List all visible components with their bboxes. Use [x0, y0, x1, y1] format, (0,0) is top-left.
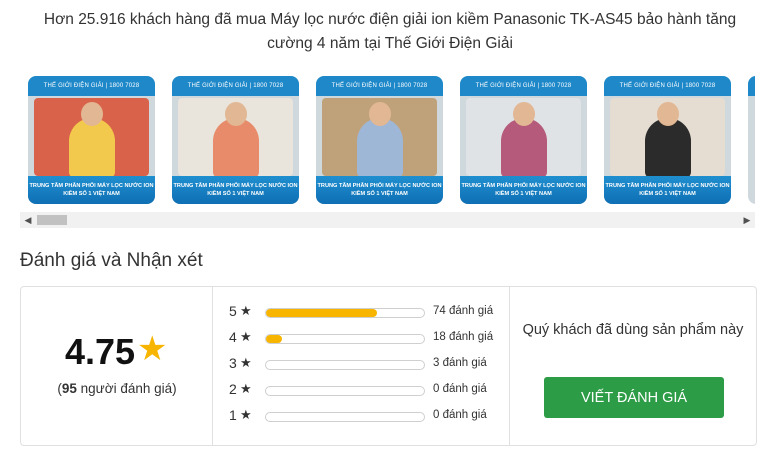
- photo-caption: TRUNG TÂM PHÂN PHỐI MÁY LỌC NƯỚC ION KIỀ…: [172, 176, 299, 204]
- review-prompt: Quý khách đã dùng sản phẩm này: [522, 322, 744, 338]
- rating-row-count: 0 đánh giá: [433, 383, 487, 395]
- customer-figure: [356, 118, 403, 178]
- photo-brand-bar: THẾ GIỚI ĐIỆN GIẢI | 1800 7028: [475, 83, 572, 89]
- customer-photo[interactable]: THẾ GIỚI ĐIỆN GIẢI | 1800 7028 TRUNG TÂM …: [460, 76, 587, 204]
- star-level: 2: [229, 381, 237, 397]
- star-icon: ★: [240, 355, 252, 370]
- average-rating-value: 4.75: [65, 331, 136, 372]
- reviews-section-title: Đánh giá và Nhận xét: [20, 250, 203, 271]
- photo-brand-bar: THẾ GIỚI ĐIỆN GIẢI | 1800 7028: [619, 83, 716, 89]
- photo-brand-bar: THẾ GIỚI ĐIỆN GIẢI | 1800 7028: [43, 83, 140, 89]
- customer-photo[interactable]: THẾ GIỚI ĐIỆN GIẢI | 1800 7028 TRUNG TÂM …: [604, 76, 731, 204]
- customer-head: [368, 102, 391, 126]
- purchase-count-headline: Hơn 25.916 khách hàng đã mua Máy lọc nướ…: [43, 11, 737, 52]
- customer-head: [656, 102, 679, 126]
- rating-bar-fill: [266, 335, 282, 343]
- rating-count: (95 người đánh giá): [57, 381, 177, 396]
- rating-row-count: 3 đánh giá: [433, 357, 487, 369]
- photo-caption: TRUNG TÂM PHÂN PHỐI MÁY LỌC NƯỚC ION KIỀ…: [604, 176, 731, 204]
- write-review-button[interactable]: VIẾT ĐÁNH GIÁ: [544, 377, 724, 418]
- rating-bar: [265, 386, 425, 396]
- customer-head: [80, 102, 103, 126]
- rating-row-count: 18 đánh giá: [433, 331, 494, 343]
- rating-count-number: 95: [61, 381, 77, 396]
- customer-head: [224, 102, 247, 126]
- customer-figure: [644, 118, 691, 178]
- write-review-block: Quý khách đã dùng sản phẩm này VIẾT ĐÁNH…: [510, 287, 756, 445]
- star-level: 1: [229, 407, 237, 423]
- photo-caption: TRUNG TÂM PHÂN PHỐI MÁY LỌC NƯỚC ION KIỀ…: [316, 176, 443, 204]
- star-icon: ★: [240, 329, 252, 344]
- customer-photo-gallery[interactable]: THẾ GIỚI ĐIỆN GIẢI | 1800 7028 TRUNG TÂM …: [20, 76, 755, 206]
- customer-figure: [500, 118, 547, 178]
- rating-row-1: 1 ★ 0 đánh giá: [229, 407, 509, 425]
- star-level: 5: [229, 303, 237, 319]
- rating-row-4: 4 ★ 18 đánh giá: [229, 329, 509, 347]
- rating-summary-panel: 4.75 ★ (95 người đánh giá) 5 ★ 74 đánh giá…: [20, 286, 757, 446]
- customer-photo[interactable]: THẾ GIỚI ĐIỆN GIẢI | 1800 7028 TRUNG TÂM …: [316, 76, 443, 204]
- customer-photo[interactable]: THẾ GIỚI ĐIỆN GIẢI | 1800 7028 TRUNG TÂM …: [28, 76, 155, 204]
- customer-photo[interactable]: [748, 76, 755, 204]
- scroll-right-icon[interactable]: ▶: [739, 212, 755, 228]
- gallery-scrollbar[interactable]: ◀ ▶: [20, 212, 755, 228]
- photo-caption: TRUNG TÂM PHÂN PHỐI MÁY LỌC NƯỚC ION KIỀ…: [28, 176, 155, 204]
- photo-brand-bar: THẾ GIỚI ĐIỆN GIẢI | 1800 7028: [331, 83, 428, 89]
- star-icon: ★: [137, 330, 168, 368]
- rating-row-5: 5 ★ 74 đánh giá: [229, 303, 509, 321]
- star-icon: ★: [240, 407, 252, 422]
- rating-bar: [265, 308, 425, 318]
- photo-brand-bar: THẾ GIỚI ĐIỆN GIẢI | 1800 7028: [187, 83, 284, 89]
- rating-bar: [265, 360, 425, 370]
- customer-head: [512, 102, 535, 126]
- rating-row-3: 3 ★ 3 đánh giá: [229, 355, 509, 373]
- customer-figure: [212, 118, 259, 178]
- photo-caption: TRUNG TÂM PHÂN PHỐI MÁY LỌC NƯỚC ION KIỀ…: [460, 176, 587, 204]
- average-rating-block: 4.75 ★ (95 người đánh giá): [21, 287, 213, 445]
- rating-bar-fill: [266, 309, 377, 317]
- star-level: 4: [229, 329, 237, 345]
- rating-breakdown: 5 ★ 74 đánh giá 4 ★ 18 đánh giá 3 ★ 3 đánh giá 2 ★…: [213, 287, 510, 445]
- star-level: 3: [229, 355, 237, 371]
- rating-row-count: 0 đánh giá: [433, 409, 487, 421]
- scrollbar-thumb[interactable]: [37, 215, 67, 225]
- rating-row-2: 2 ★ 0 đánh giá: [229, 381, 509, 399]
- star-icon: ★: [240, 381, 252, 396]
- rating-row-count: 74 đánh giá: [433, 305, 494, 317]
- star-icon: ★: [240, 303, 252, 318]
- customer-photo[interactable]: THẾ GIỚI ĐIỆN GIẢI | 1800 7028 TRUNG TÂM …: [172, 76, 299, 204]
- rating-bar: [265, 334, 425, 344]
- scroll-left-icon[interactable]: ◀: [20, 212, 36, 228]
- customer-figure: [68, 118, 115, 178]
- rating-bar: [265, 412, 425, 422]
